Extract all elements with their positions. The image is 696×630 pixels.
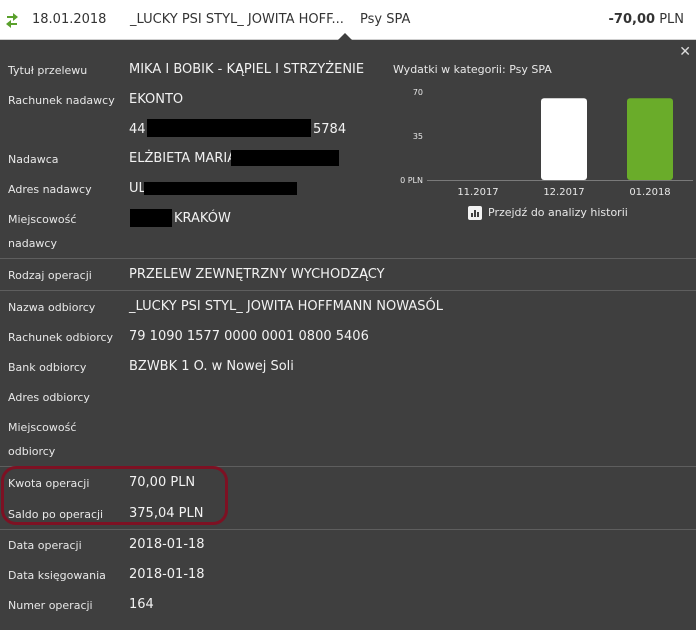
- highlight-outline: [1, 466, 228, 525]
- chart-bar-12.2017: [541, 98, 587, 180]
- sender-city-value: KRAKÓW: [174, 211, 231, 226]
- x-tick-label: 12.2017: [543, 187, 584, 198]
- y-tick-label: 0 PLN: [400, 176, 423, 185]
- booking-date-value: 2018-01-18: [129, 567, 205, 582]
- transaction-header-row[interactable]: 18.01.2018 _LUCKY PSI STYL_ JOWITA HOFF.…: [0, 0, 696, 40]
- operation-type-label: Rodzaj operacji: [8, 269, 92, 282]
- recipient-bank-value: BZWBK 1 O. w Nowej Soli: [129, 359, 294, 374]
- sender-city-label-1: Miejscowość: [8, 213, 77, 226]
- recipient-account-label: Rachunek odbiorcy: [8, 331, 114, 344]
- recipient-city-label-2: odbiorcy: [8, 445, 56, 458]
- category-spending-chart: 0 PLN 35 70 11.2017 12.2017 01.2018: [393, 80, 693, 200]
- y-tick-label: 70: [413, 88, 423, 97]
- sender-value: ELŻBIETA MARIA: [129, 151, 237, 166]
- y-tick-label: 35: [413, 132, 423, 141]
- operation-number-value: 164: [129, 597, 154, 612]
- x-tick-label: 01.2018: [629, 187, 670, 198]
- history-analysis-link[interactable]: Przejdź do analizy historii: [468, 206, 628, 220]
- x-tick-label: 11.2017: [457, 187, 498, 198]
- title-value: MIKA I BOBIK - KĄPIEL I STRZYŻENIE: [129, 62, 365, 77]
- redaction-sender-name: [231, 150, 339, 166]
- history-link-label: Przejdź do analizy historii: [488, 206, 628, 219]
- amount-currency: PLN: [659, 12, 684, 27]
- bar-chart-icon: [468, 206, 482, 220]
- recipient-bank-label: Bank odbiorcy: [8, 361, 87, 374]
- transaction-amount: -70,00 PLN: [609, 12, 684, 27]
- recipient-address-label: Adres odbiorcy: [8, 391, 90, 404]
- transaction-date: 18.01.2018: [32, 12, 107, 27]
- recipient-city-label-1: Miejscowość: [8, 421, 77, 434]
- divider: [0, 290, 696, 291]
- booking-date-label: Data księgowania: [8, 569, 106, 582]
- operation-date-label: Data operacji: [8, 539, 82, 552]
- amount-value: -70,00: [608, 12, 656, 27]
- redaction-sender-account: [147, 119, 311, 137]
- redaction-sender-address: [144, 182, 297, 195]
- operation-number-label: Numer operacji: [8, 599, 93, 612]
- chart-svg: 0 PLN 35 70 11.2017 12.2017 01.2018: [400, 88, 693, 198]
- transaction-payee: _LUCKY PSI STYL_ JOWITA HOFF...: [130, 12, 344, 27]
- sender-account-label: Rachunek nadawcy: [8, 94, 115, 107]
- chart-bar-01.2018: [627, 98, 673, 180]
- sender-account-prefix: 44: [129, 122, 146, 137]
- recipient-name-label: Nazwa odbiorcy: [8, 301, 96, 314]
- operation-date-value: 2018-01-18: [129, 537, 205, 552]
- title-label: Tytuł przelewu: [8, 64, 88, 77]
- sender-city-label-2: nadawcy: [8, 237, 57, 250]
- operation-type-value: PRZELEW ZEWNĘTRZNY WYCHODZĄCY: [129, 267, 385, 282]
- sender-label: Nadawca: [8, 153, 59, 166]
- transaction-category: Psy SPA: [360, 12, 411, 27]
- redaction-sender-city: [130, 209, 172, 227]
- recipient-account-value: 79 1090 1577 0000 0001 0800 5406: [129, 329, 369, 344]
- sender-account-name: EKONTO: [129, 92, 184, 107]
- sender-address-label: Adres nadawcy: [8, 183, 92, 196]
- sender-account-suffix: 5784: [313, 122, 347, 137]
- transfer-arrows-icon: [6, 13, 18, 28]
- divider: [0, 258, 696, 259]
- divider: [0, 529, 696, 530]
- details-caret: [338, 33, 352, 40]
- chart-title: Wydatki w kategorii: Psy SPA: [393, 63, 552, 76]
- close-icon[interactable]: ✕: [679, 44, 691, 60]
- recipient-name-value: _LUCKY PSI STYL_ JOWITA HOFFMANN NOWASÓL: [129, 299, 443, 314]
